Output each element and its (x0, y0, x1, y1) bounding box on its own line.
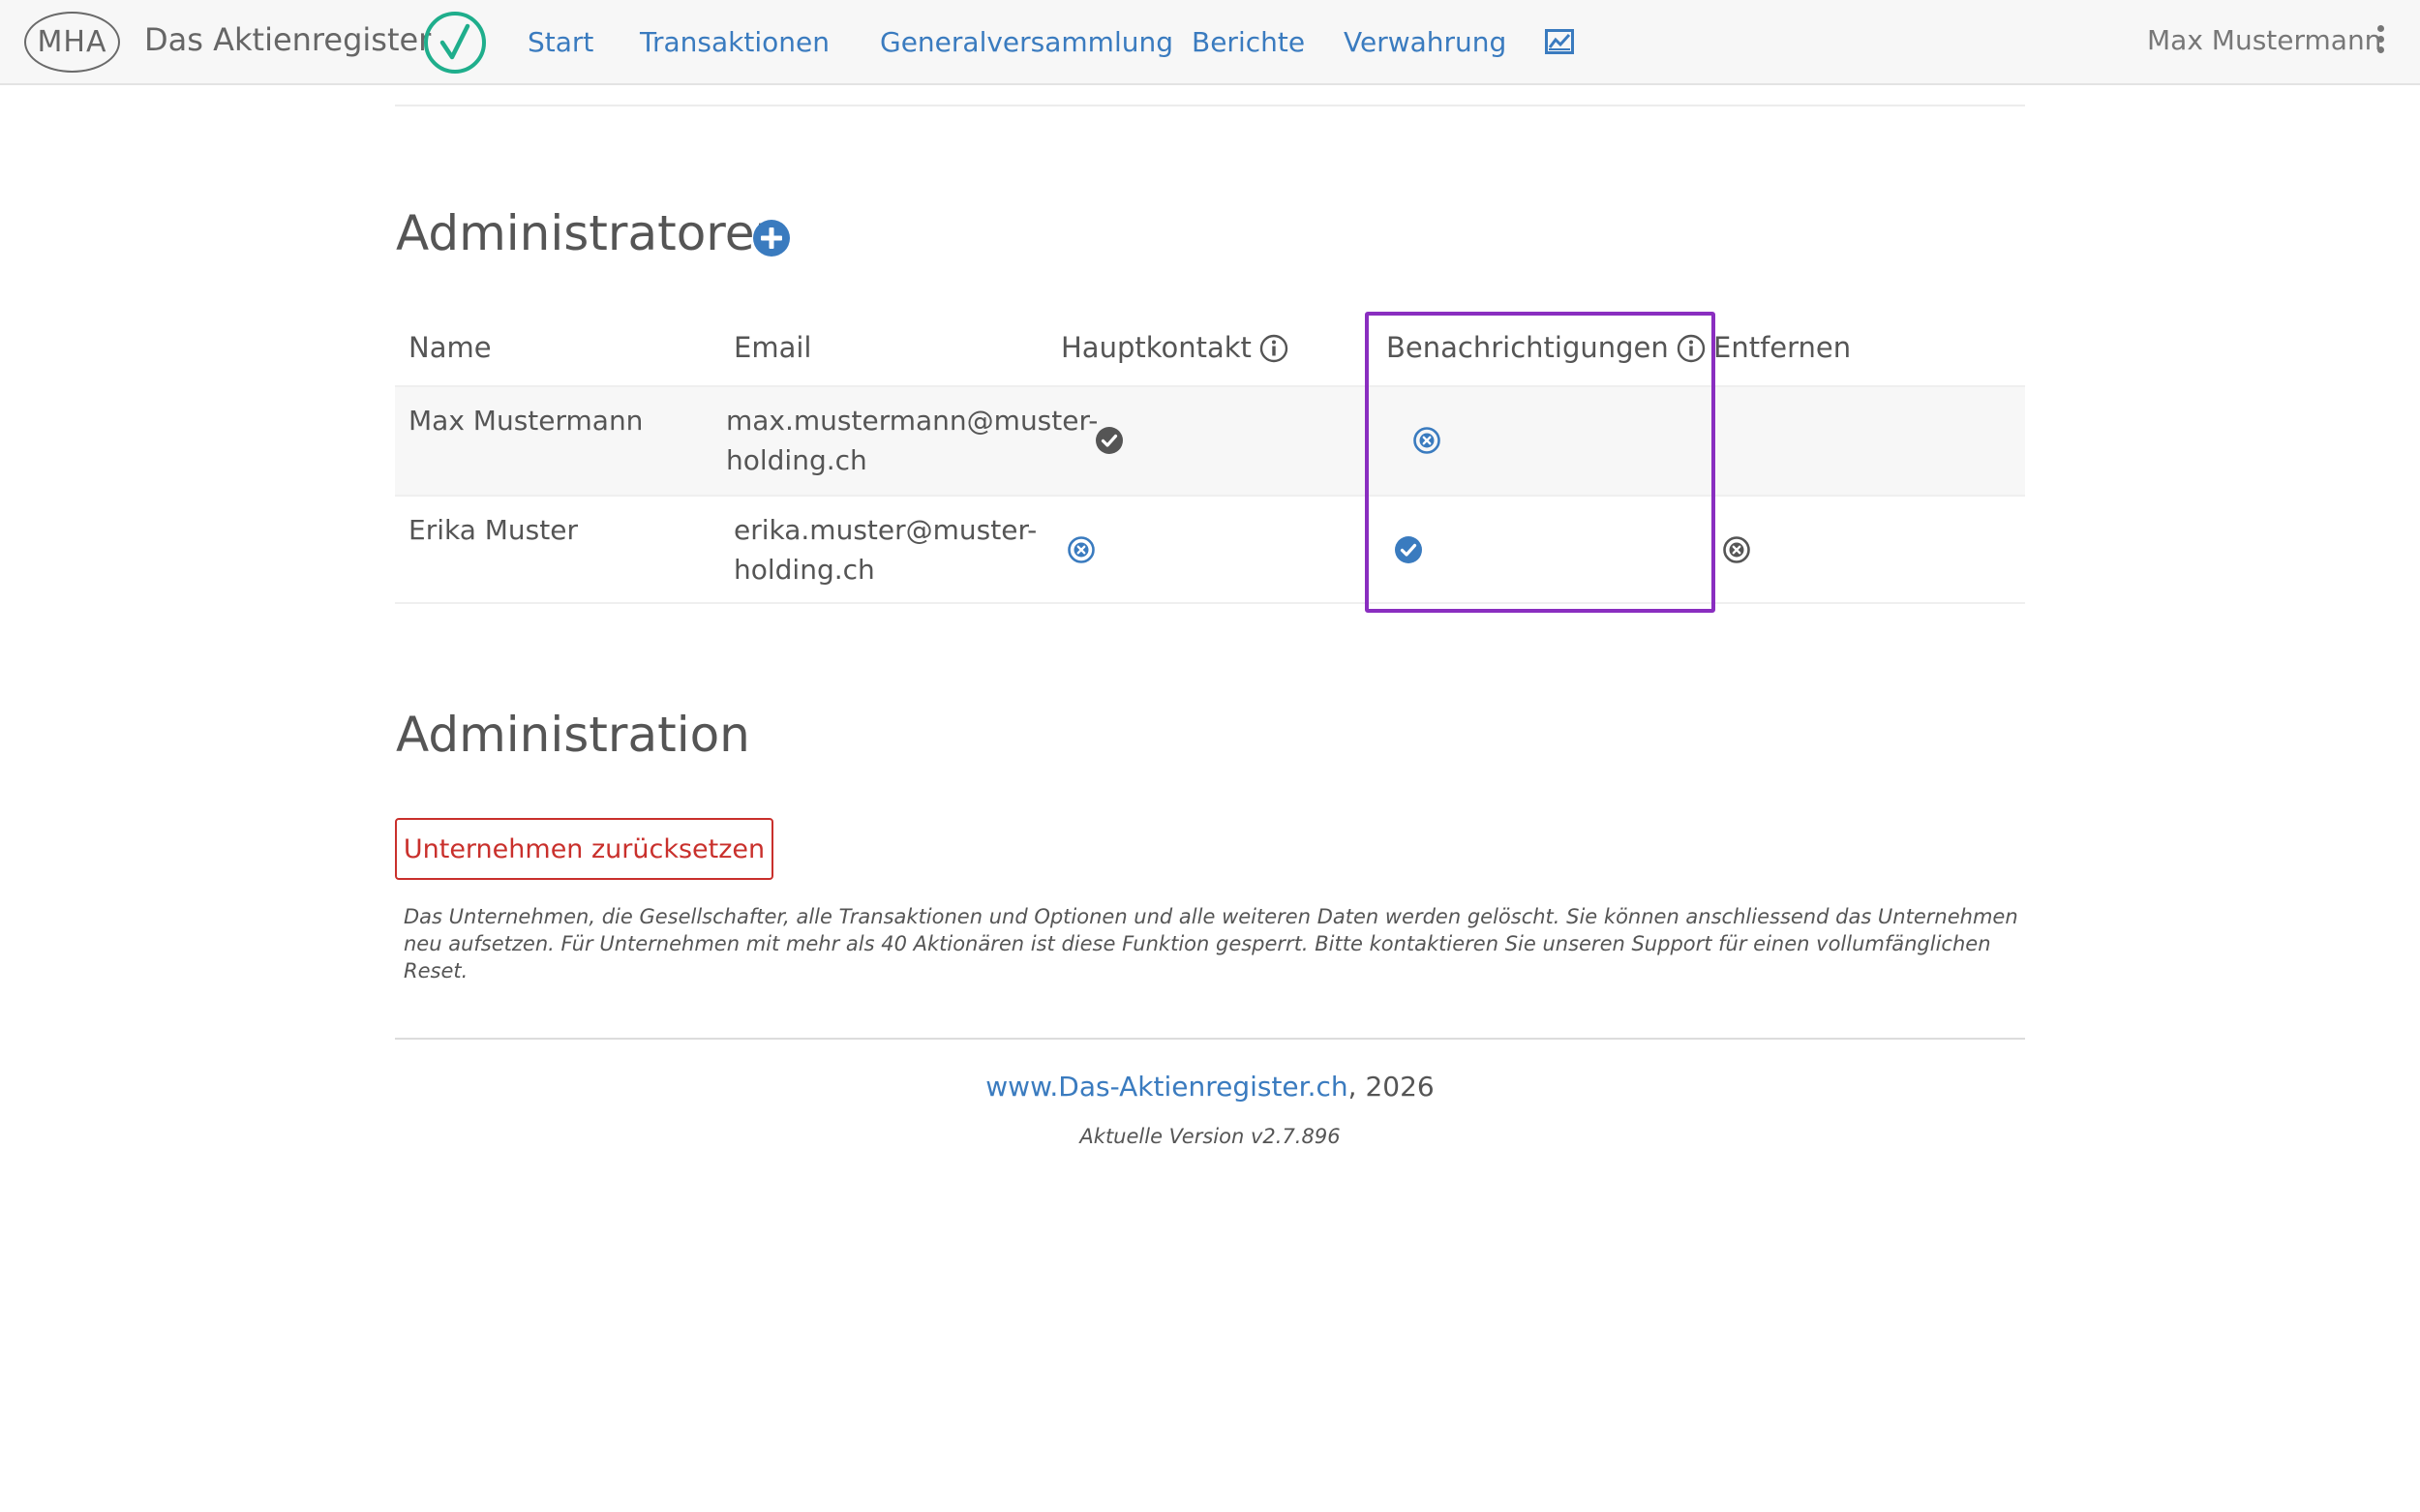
scrolled-content-fragment (395, 85, 2025, 95)
nav-berichte[interactable]: Berichte (1192, 26, 1305, 58)
nav-start[interactable]: Start (528, 26, 593, 58)
column-header-label: Benachrichtigungen (1386, 331, 1669, 364)
column-header-email: Email (734, 331, 812, 364)
check-circle-blue-icon[interactable] (1394, 535, 1423, 564)
column-header-name: Name (408, 331, 492, 364)
app-version: Aktuelle Version v2.7.896 (1079, 1125, 1341, 1148)
check-circle-gray-icon (1096, 427, 1123, 454)
nav-transaktionen[interactable]: Transaktionen (640, 26, 830, 58)
admin-email-line2: holding.ch (734, 554, 875, 586)
column-header-benachrichtigungen: Benachrichtigungen (1386, 331, 1706, 364)
column-header-entfernen: Entfernen (1713, 331, 1852, 364)
chart-icon[interactable] (1545, 29, 1574, 54)
info-icon[interactable] (1259, 334, 1288, 363)
company-logo[interactable]: MHA (24, 12, 120, 73)
top-navbar: MHA Das Aktienregister Start Transaktion… (0, 0, 2420, 85)
section-title-administration: Administration (396, 707, 750, 763)
footer-year: , 2026 (1347, 1071, 1435, 1103)
admin-email-line1: max.mustermann@muster- (726, 405, 1099, 437)
column-header-hauptkontakt: Hauptkontakt (1061, 331, 1288, 364)
section-title-administratoren: Administratoren (396, 205, 786, 261)
user-menu-name[interactable]: Max Mustermann (2147, 24, 2381, 56)
admin-name: Max Mustermann (408, 405, 644, 437)
x-circle-outline-blue-icon[interactable] (1067, 535, 1096, 564)
admin-email-line2: holding.ch (726, 444, 867, 476)
nav-generalversammlung[interactable]: Generalversammlung (880, 26, 1173, 58)
footer-copyright: www.Das-Aktienregister.ch, 2026 (395, 1071, 2025, 1103)
column-header-label: Hauptkontakt (1061, 331, 1252, 364)
reset-company-button[interactable]: Unternehmen zurücksetzen (395, 818, 773, 880)
checkmark-circle-icon (424, 12, 486, 74)
nav-verwahrung[interactable]: Verwahrung (1344, 26, 1506, 58)
logo-text: MHA (37, 25, 107, 59)
website-link[interactable]: www.Das-Aktienregister.ch (985, 1071, 1347, 1103)
table-row: Erika Muster erika.muster@muster- holdin… (395, 495, 2025, 604)
footer-divider (395, 1038, 2025, 1040)
add-admin-plus-circle-icon[interactable] (752, 219, 791, 257)
admin-name: Erika Muster (408, 514, 578, 546)
reset-description: Das Unternehmen, die Gesellschafter, all… (404, 905, 2018, 983)
x-circle-outline-blue-icon[interactable] (1412, 426, 1441, 455)
table-row: Max Mustermann max.mustermann@muster- ho… (395, 385, 2025, 495)
remove-admin-x-circle-icon[interactable] (1722, 535, 1751, 564)
admin-email-line1: erika.muster@muster- (734, 514, 1038, 546)
divider (395, 105, 2025, 106)
kebab-menu-icon[interactable] (2373, 25, 2388, 56)
brand-name[interactable]: Das Aktienregister (144, 21, 431, 58)
info-icon[interactable] (1677, 334, 1706, 363)
